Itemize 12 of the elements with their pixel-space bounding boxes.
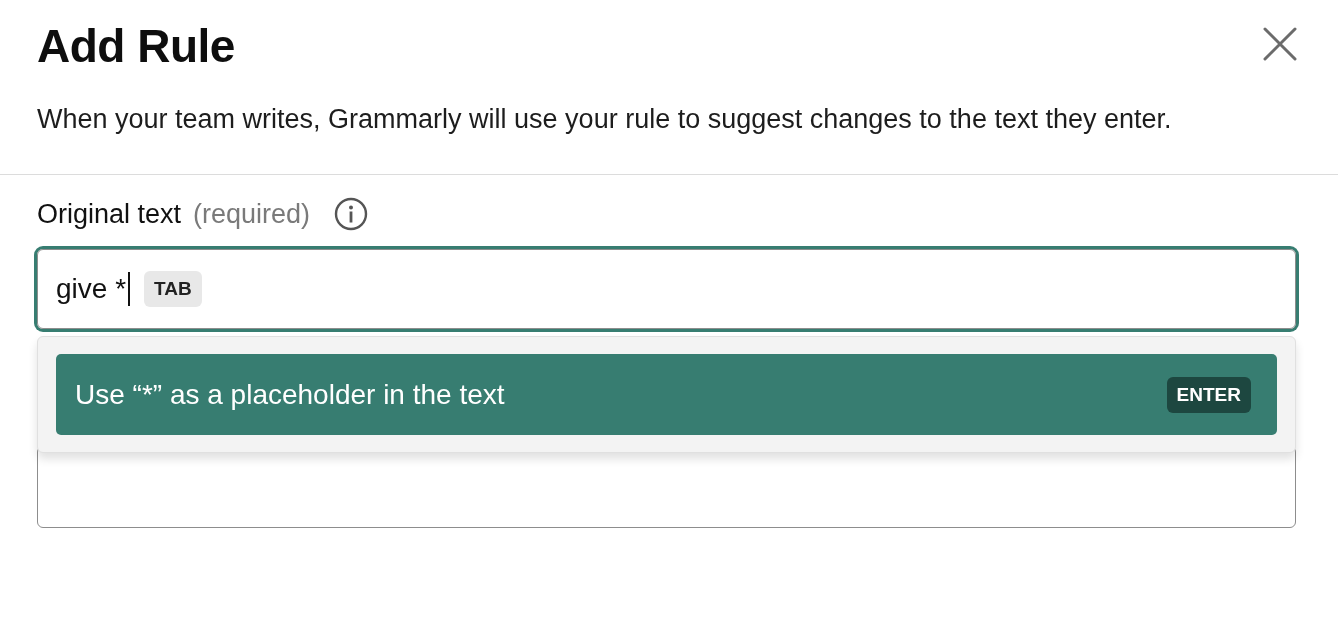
close-icon[interactable] xyxy=(1262,26,1298,62)
required-hint: (required) xyxy=(193,198,311,231)
dialog-title: Add Rule xyxy=(37,19,235,74)
tab-key-hint: TAB xyxy=(144,271,202,307)
info-icon[interactable] xyxy=(334,197,369,231)
dialog-description: When your team writes, Grammarly will use your rule to suggest changes to the text they enter. xyxy=(37,103,1173,136)
field-label: Original text xyxy=(37,198,182,231)
input-field[interactable]: give * TAB xyxy=(37,249,1296,329)
enter-key-hint: ENTER xyxy=(1166,376,1251,413)
text-cursor xyxy=(128,272,131,306)
suggestion-item[interactable]: Use “*” as a placeholder in the text ENTER xyxy=(56,354,1277,435)
suggestion-text: Use “*” as a placeholder in the text xyxy=(75,378,505,411)
